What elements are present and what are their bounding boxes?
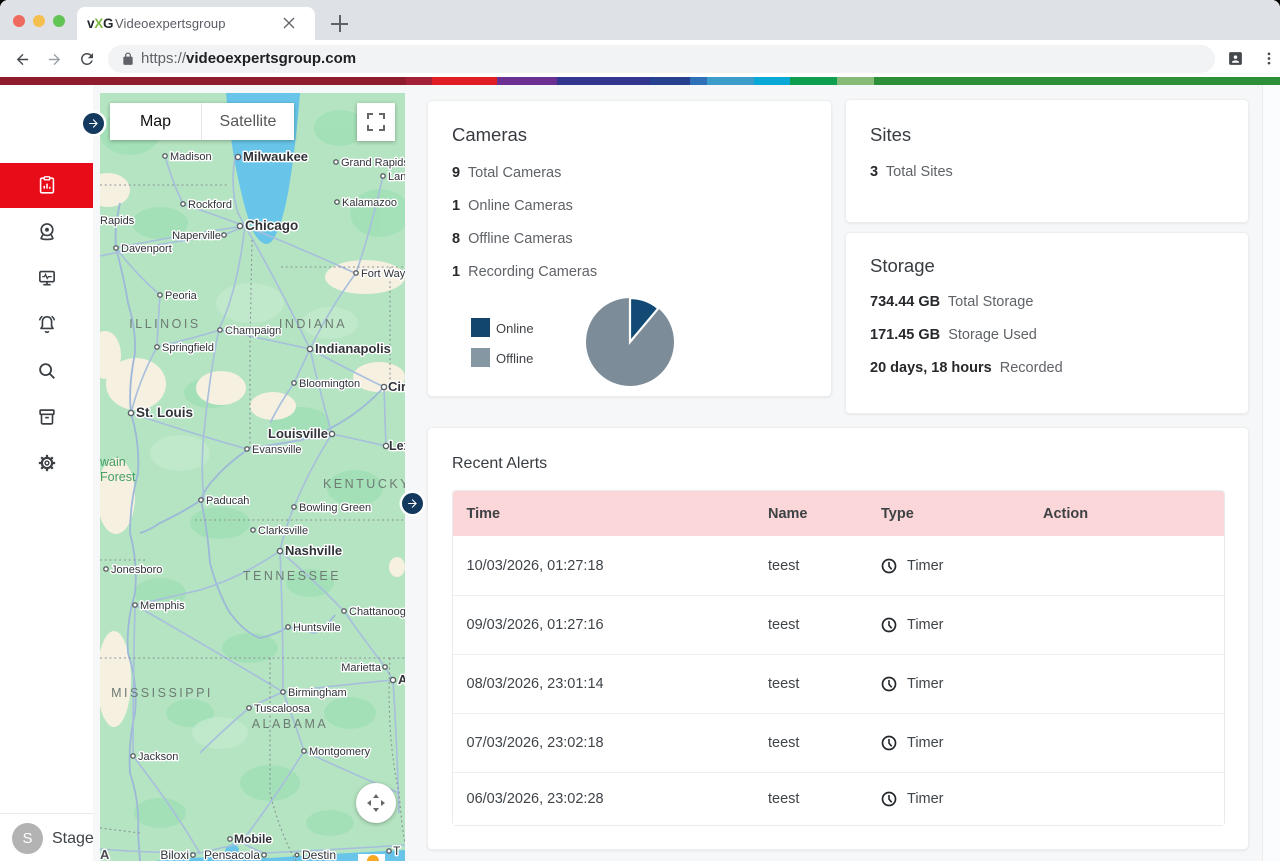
svg-text:T: T — [393, 844, 401, 858]
svg-text:Champaign: Champaign — [225, 325, 281, 337]
svg-text:Jackson: Jackson — [138, 751, 178, 763]
svg-text:Davenport: Davenport — [121, 243, 172, 255]
svg-text:Birmingham: Birmingham — [288, 687, 347, 699]
svg-text:Grand Rapids: Grand Rapids — [341, 157, 405, 169]
svg-text:Pensacola: Pensacola — [204, 848, 260, 861]
svg-text:Lex: Lex — [389, 439, 405, 453]
svg-text:Cir: Cir — [388, 379, 405, 394]
svg-text:A: A — [100, 847, 110, 861]
svg-text:Milwaukee: Milwaukee — [243, 149, 308, 164]
svg-text:A: A — [398, 672, 405, 687]
svg-text:Fort Way: Fort Way — [361, 268, 405, 280]
svg-text:Peoria: Peoria — [165, 290, 198, 302]
svg-text:wain: wain — [100, 455, 126, 469]
svg-text:Marietta: Marietta — [341, 662, 382, 674]
svg-text:Chicago: Chicago — [245, 218, 298, 233]
svg-text:Evansville: Evansville — [252, 444, 302, 456]
svg-text:Memphis: Memphis — [140, 600, 185, 612]
svg-text:Forest: Forest — [100, 470, 136, 484]
svg-text:Tuscaloosa: Tuscaloosa — [254, 703, 311, 715]
svg-text:Montgomery: Montgomery — [309, 746, 371, 758]
svg-text:Paducah: Paducah — [206, 495, 249, 507]
svg-text:INDIANA: INDIANA — [279, 317, 347, 331]
svg-text:Rockford: Rockford — [188, 199, 232, 211]
svg-text:Bowling Green: Bowling Green — [299, 502, 371, 514]
svg-text:TENNESSEE: TENNESSEE — [243, 569, 341, 583]
svg-text:MISSISSIPPI: MISSISSIPPI — [111, 686, 213, 700]
svg-text:St. Louis: St. Louis — [136, 405, 193, 420]
svg-text:ALABAMA: ALABAMA — [252, 717, 329, 731]
svg-text:Naperville: Naperville — [172, 230, 221, 242]
svg-text:Springfield: Springfield — [162, 342, 214, 354]
svg-text:Huntsville: Huntsville — [293, 622, 341, 634]
svg-text:Indianapolis: Indianapolis — [315, 341, 391, 356]
svg-text:Clarksville: Clarksville — [258, 525, 308, 537]
svg-text:Destin: Destin — [302, 848, 336, 861]
svg-text:Nashville: Nashville — [285, 543, 342, 558]
svg-text:Chattanoog: Chattanoog — [349, 606, 405, 618]
svg-text:Biloxi: Biloxi — [160, 848, 189, 861]
svg-text:Lan: Lan — [388, 171, 405, 183]
svg-text:Madison: Madison — [170, 151, 212, 163]
svg-text:Jonesboro: Jonesboro — [111, 564, 162, 576]
svg-text:ILLINOIS: ILLINOIS — [129, 317, 200, 331]
svg-text:Rapids: Rapids — [100, 215, 135, 227]
svg-text:KENTUCKY: KENTUCKY — [323, 477, 405, 491]
svg-text:Mobile: Mobile — [234, 832, 272, 846]
svg-text:Louisville: Louisville — [268, 426, 328, 441]
svg-text:Bloomington: Bloomington — [299, 378, 360, 390]
svg-text:Kalamazoo: Kalamazoo — [342, 197, 397, 209]
